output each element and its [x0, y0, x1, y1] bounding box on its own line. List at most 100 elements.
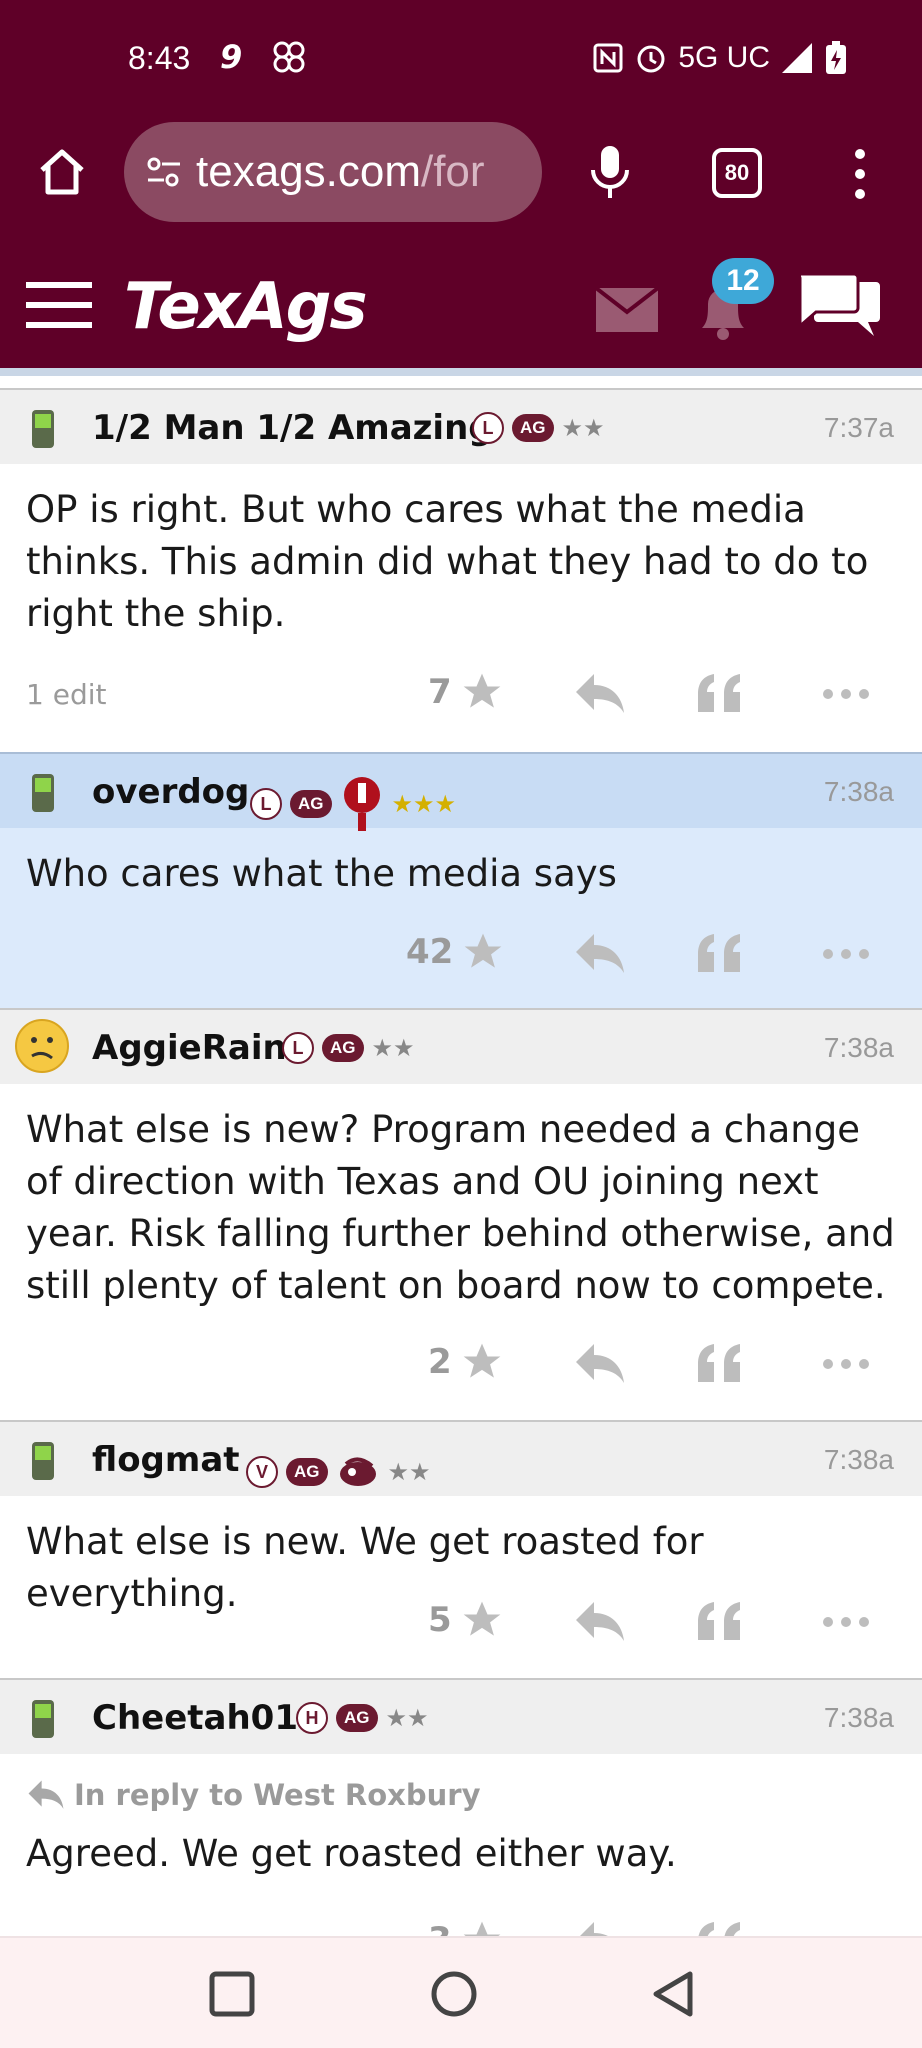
ag-badge: AG — [336, 1704, 378, 1732]
forum-post: AggieRain L AG ★★ 7:38a What else is new… — [0, 1008, 922, 1422]
post-actions: 7 — [0, 664, 922, 724]
ag-badge: AG — [512, 414, 554, 442]
post-username[interactable]: Cheetah01 — [92, 1698, 298, 1738]
svg-text:9: 9 — [220, 40, 242, 74]
post-actions: 5 — [0, 1592, 922, 1652]
reply-icon[interactable] — [574, 672, 626, 716]
status-notification-icons: 9 — [218, 38, 308, 76]
home-button[interactable] — [34, 144, 90, 200]
exclamation-badge-icon — [340, 776, 384, 832]
reply-icon[interactable] — [574, 1600, 626, 1644]
post-header: Cheetah01 H AG ★★ 7:38a — [0, 1678, 922, 1754]
mobile-phone-icon — [32, 774, 54, 812]
post-header: AggieRain L AG ★★ 7:38a — [0, 1008, 922, 1084]
reply-reference[interactable]: In reply to West Roxbury — [26, 1778, 481, 1812]
more-options-icon[interactable] — [820, 1342, 872, 1386]
ag-badge: AG — [286, 1458, 328, 1486]
status-bar: 8:43 9 5G UC — [0, 0, 922, 120]
quote-icon[interactable] — [694, 672, 746, 716]
more-options-icon[interactable] — [820, 932, 872, 976]
like-button[interactable]: 5 — [428, 1598, 504, 1642]
reply-icon[interactable] — [574, 932, 626, 976]
post-header: 1/2 Man 1/2 Amazing L AG ★★ 7:37a — [0, 388, 922, 464]
like-button[interactable]: 7 — [428, 670, 504, 714]
like-button[interactable]: 2 — [428, 1340, 504, 1384]
post-body: Agreed. We get roasted either way. — [26, 1832, 677, 1875]
alarm-icon — [634, 41, 668, 75]
user-badges: V AG ★★ — [246, 1444, 431, 1500]
post-header: overdog L AG ★★★ 7:38a — [0, 752, 922, 831]
post-time[interactable]: 7:38a — [824, 776, 894, 808]
quote-icon[interactable] — [694, 1342, 746, 1386]
post-username[interactable]: 1/2 Man 1/2 Amazing — [92, 408, 493, 448]
app-notification-icon: 9 — [218, 38, 252, 76]
user-badges: H AG ★★ — [296, 1702, 429, 1734]
star-icon — [463, 1343, 501, 1378]
forum-post-highlighted: overdog L AG ★★★ 7:38a Who cares what th… — [0, 752, 922, 1010]
mobile-phone-icon — [32, 410, 54, 448]
back-button[interactable] — [648, 1968, 700, 2020]
star-icon — [463, 1601, 501, 1636]
post-time[interactable]: 7:38a — [824, 1444, 894, 1476]
tab-switcher-button[interactable]: 80 — [712, 148, 762, 198]
star-icon — [463, 673, 501, 708]
voice-search-button[interactable] — [588, 144, 632, 200]
member-level-badge: L — [472, 412, 504, 444]
post-actions: 2 — [0, 1334, 922, 1394]
member-level-badge: L — [250, 788, 282, 820]
mobile-phone-icon — [32, 1442, 54, 1480]
url-text: texags.com/for — [196, 147, 485, 197]
post-time[interactable]: 7:38a — [824, 1032, 894, 1064]
post-body: Who cares what the media says — [26, 852, 617, 895]
battery-charging-icon — [824, 40, 848, 76]
microphone-icon — [591, 146, 629, 198]
ag-badge: AG — [290, 790, 332, 818]
hamburger-icon — [26, 282, 92, 328]
forum-post: flogmat V AG ★★ 7:38a What else is new. … — [0, 1420, 922, 1680]
mascot-badge-icon — [336, 1444, 380, 1500]
star-rating: ★★ — [371, 1034, 415, 1062]
star-rating: ★★★ — [391, 790, 457, 818]
messages-button[interactable] — [594, 286, 660, 332]
browser-chrome: 8:43 9 5G UC texags.com/for 80 TexAgs — [0, 0, 922, 368]
site-settings-icon[interactable] — [144, 152, 184, 192]
star-rating: ★★ — [561, 414, 605, 442]
nfc-icon — [592, 42, 624, 74]
url-path: /for — [420, 147, 485, 196]
more-options-icon[interactable] — [820, 1600, 872, 1644]
site-menu-button[interactable] — [26, 280, 92, 330]
reply-icon[interactable] — [574, 1342, 626, 1386]
like-count: 7 — [428, 672, 452, 712]
recents-button[interactable] — [206, 1968, 258, 2020]
like-button[interactable]: 42 — [406, 930, 505, 974]
network-type: 5G UC — [678, 41, 770, 74]
pinwheel-icon — [270, 38, 308, 76]
post-time[interactable]: 7:37a — [824, 412, 894, 444]
forum-post: 1/2 Man 1/2 Amazing L AG ★★ 7:37a OP is … — [0, 388, 922, 754]
quote-icon[interactable] — [694, 932, 746, 976]
site-logo[interactable]: TexAgs — [124, 270, 368, 344]
member-level-badge: L — [282, 1032, 314, 1064]
quote-icon[interactable] — [694, 1600, 746, 1644]
post-username[interactable]: AggieRain — [92, 1028, 287, 1068]
star-rating: ★★ — [387, 1458, 431, 1486]
envelope-icon — [594, 286, 660, 332]
member-level-badge: H — [296, 1702, 328, 1734]
post-actions: 42 — [0, 924, 922, 984]
post-username[interactable]: overdog — [92, 772, 249, 812]
chat-bubbles-icon — [797, 272, 880, 336]
post-time[interactable]: 7:38a — [824, 1702, 894, 1734]
post-body: What else is new? Program needed a chang… — [26, 1108, 895, 1307]
home-nav-button[interactable] — [428, 1968, 480, 2020]
system-navigation-bar — [0, 1936, 922, 2048]
more-options-icon[interactable] — [820, 672, 872, 716]
home-icon — [40, 149, 84, 195]
post-username[interactable]: flogmat — [92, 1440, 240, 1480]
address-bar[interactable]: texags.com/for — [124, 122, 542, 222]
browser-menu-button[interactable] — [848, 146, 872, 202]
status-time: 8:43 — [128, 40, 191, 76]
site-header: TexAgs — [0, 250, 922, 368]
chat-button[interactable] — [796, 272, 882, 342]
user-badges: L AG ★★★ — [250, 776, 456, 832]
like-count: 5 — [428, 1600, 452, 1640]
